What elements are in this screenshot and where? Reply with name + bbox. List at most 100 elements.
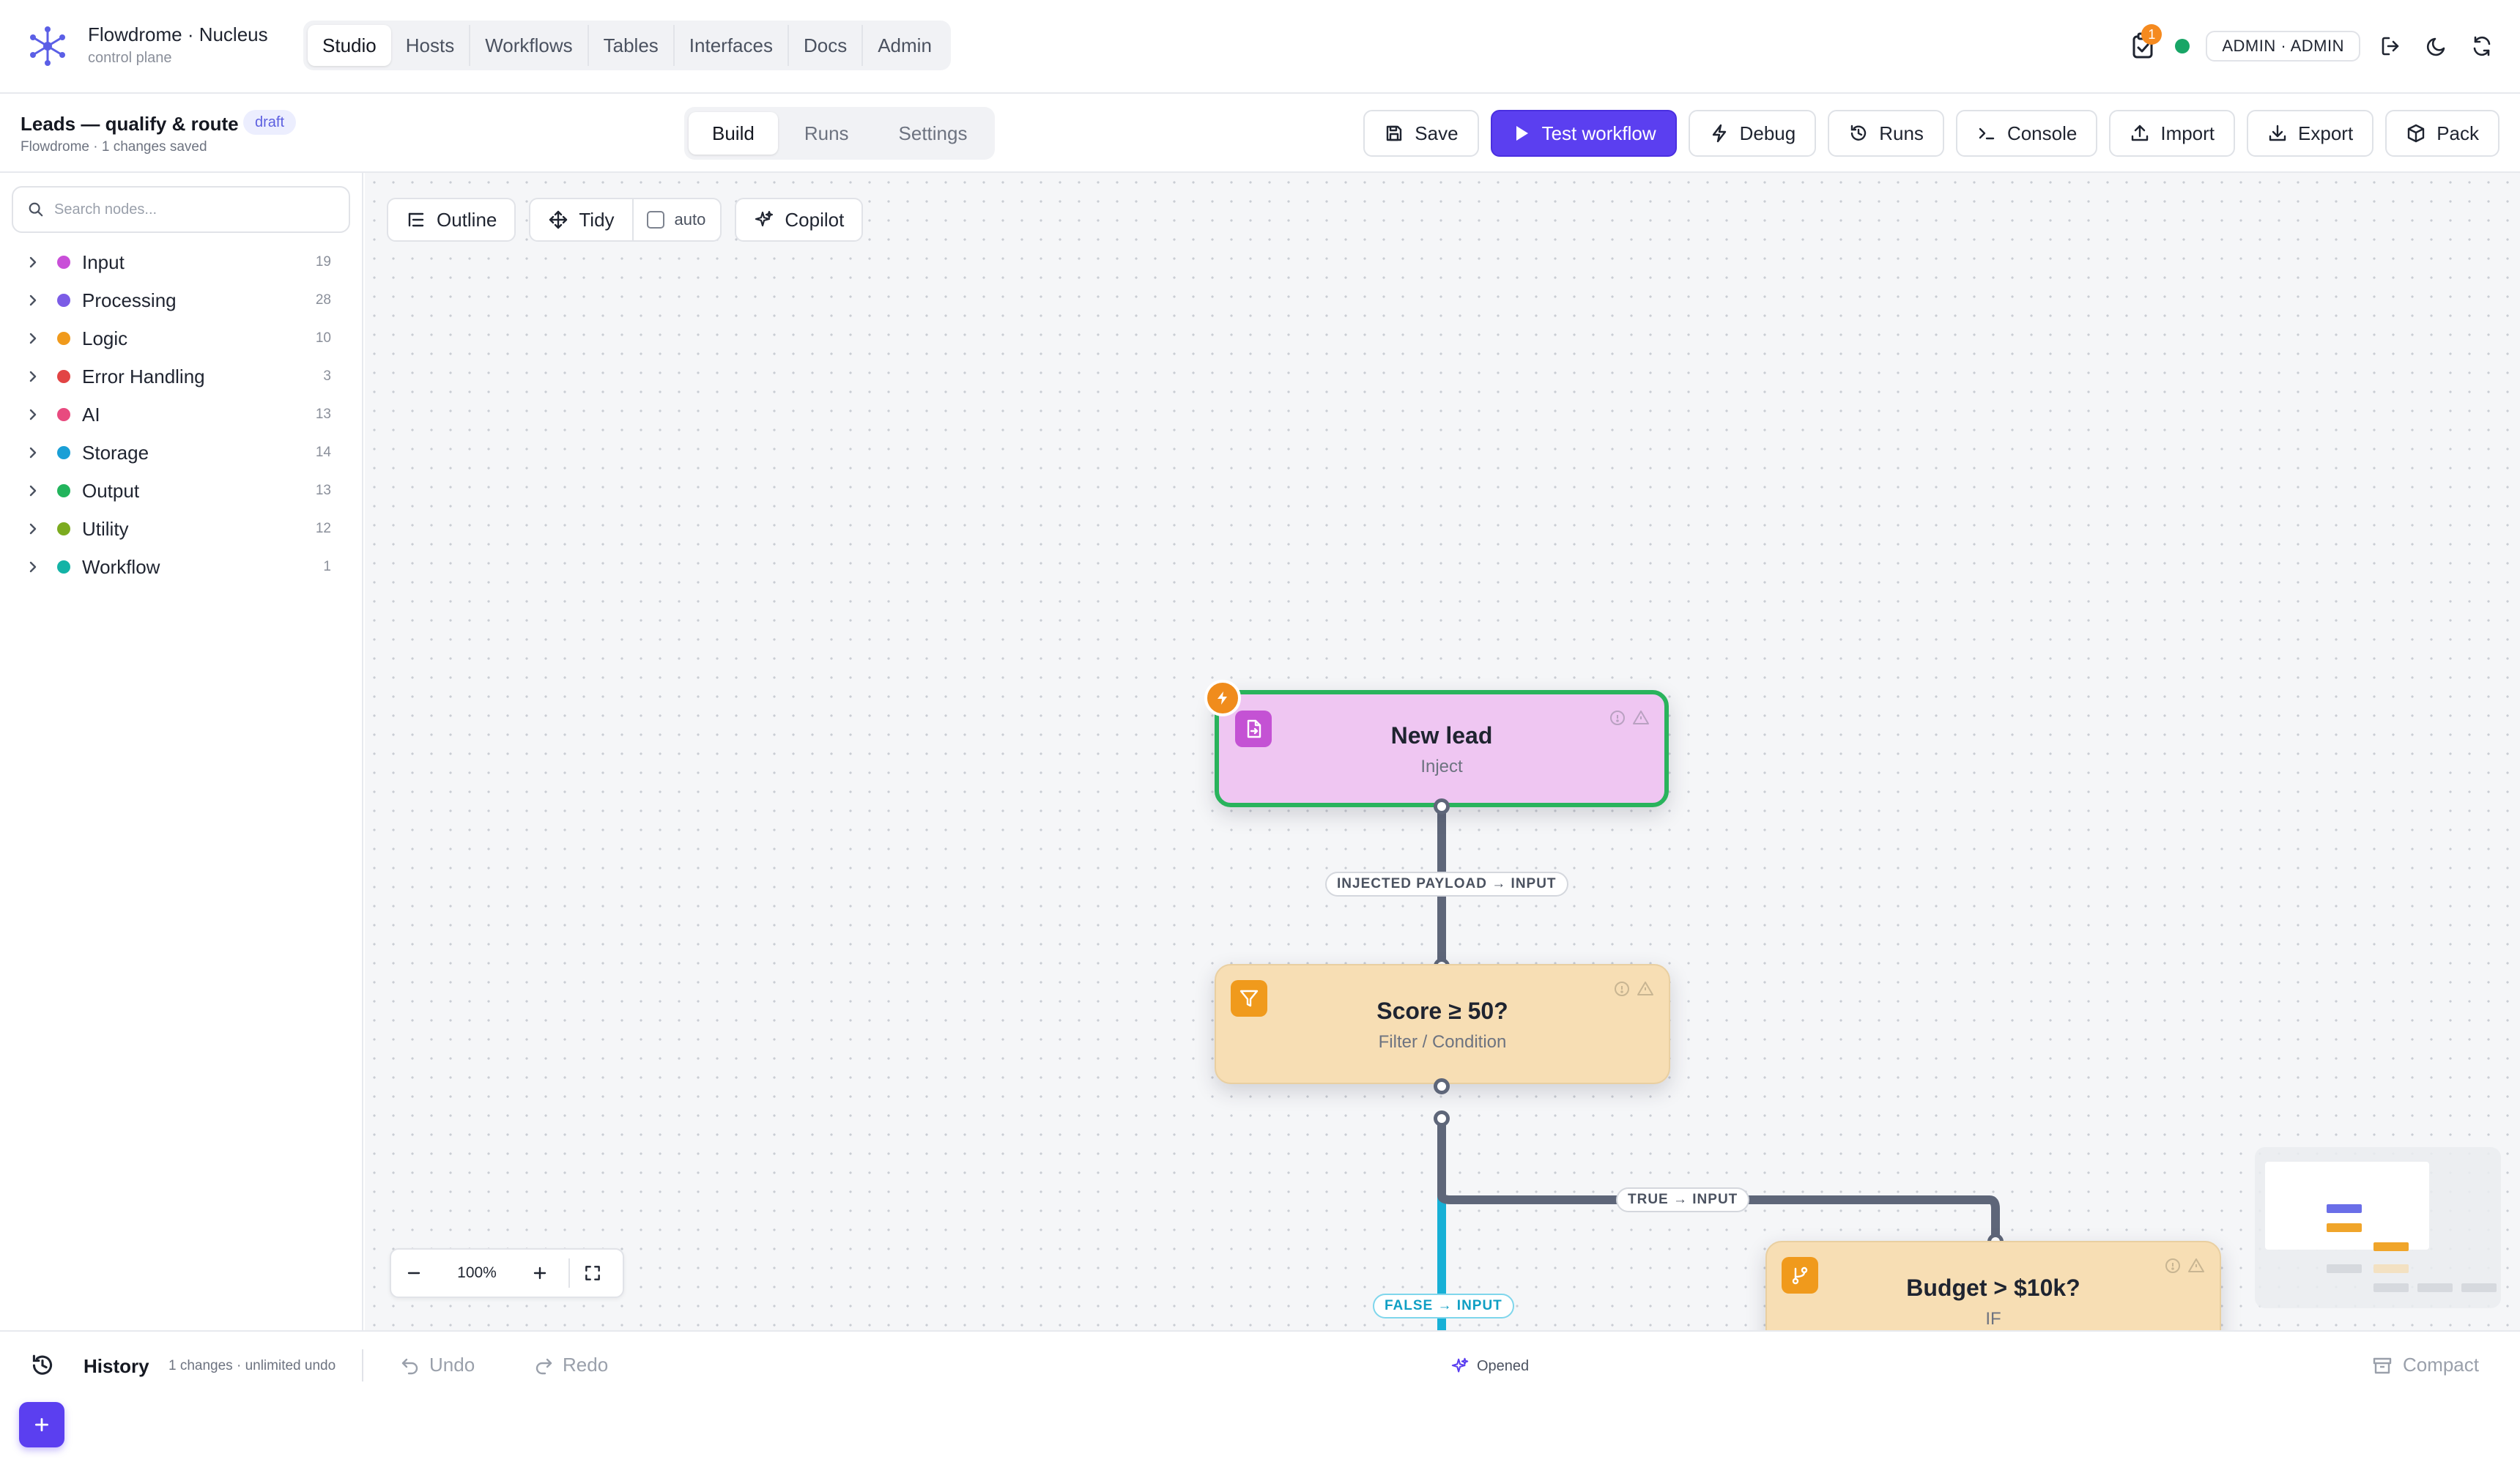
edge-label-inject-filter[interactable]: INJECTED PAYLOAD → INPUT — [1325, 872, 1568, 897]
info-icon[interactable] — [1613, 980, 1631, 998]
test-workflow-button[interactable]: Test workflow — [1490, 110, 1677, 157]
theme-toggle-button[interactable] — [2422, 31, 2451, 61]
copilot-button[interactable]: Copilot — [735, 198, 864, 242]
tab-runs[interactable]: Runs — [781, 112, 872, 155]
info-icon[interactable] — [2164, 1257, 2182, 1275]
runs-label: Runs — [1879, 122, 1924, 144]
nav-tab-studio[interactable]: Studio — [308, 25, 391, 66]
chevron-right-icon — [29, 333, 37, 344]
category-workflow[interactable]: Workflow 1 — [0, 548, 363, 586]
category-color-dot — [57, 370, 70, 383]
true-output-port[interactable] — [1434, 1078, 1450, 1094]
info-icon[interactable] — [1609, 709, 1626, 727]
category-storage[interactable]: Storage 14 — [0, 434, 363, 472]
node-new-lead[interactable]: New lead Inject — [1204, 680, 1669, 807]
move-icon — [549, 210, 568, 229]
edge-label-true[interactable]: TRUE → INPUT — [1616, 1187, 1750, 1212]
category-color-dot — [57, 408, 70, 421]
zap-icon — [1712, 124, 1726, 143]
category-label: Output — [82, 479, 140, 502]
compact-button[interactable]: Compact — [2372, 1354, 2479, 1376]
refresh-icon — [2473, 36, 2491, 56]
runs-button[interactable]: Runs — [1828, 110, 1944, 157]
category-label: Logic — [82, 327, 128, 349]
workflow-header: Leads — qualify & route draft Flowdrome … — [0, 94, 2520, 173]
minimap-node — [2327, 1264, 2362, 1273]
notifications-button[interactable]: 1 — [2127, 24, 2163, 62]
category-count: 28 — [315, 292, 331, 308]
category-utility[interactable]: Utility 12 — [0, 510, 363, 548]
node-score-filter[interactable]: Score ≥ 50? Filter / Condition — [1215, 964, 1670, 1084]
nav-tab-hosts[interactable]: Hosts — [391, 25, 469, 66]
add-node-button[interactable] — [19, 1402, 64, 1447]
tidy-button[interactable]: Tidy — [530, 199, 631, 240]
copilot-label: Copilot — [785, 208, 845, 231]
debug-button[interactable]: Debug — [1688, 110, 1817, 157]
tab-settings[interactable]: Settings — [875, 112, 991, 155]
save-button[interactable]: Save — [1363, 110, 1479, 157]
node-search-input[interactable] — [54, 201, 333, 218]
auto-tidy-toggle[interactable]: auto — [631, 199, 721, 240]
category-input[interactable]: Input 19 — [0, 243, 363, 281]
warning-icon[interactable] — [1637, 980, 1654, 998]
edge-true-branch — [1437, 1118, 2000, 1241]
workflow-title[interactable]: Leads — qualify & route — [21, 113, 239, 136]
chevron-right-icon — [29, 371, 37, 382]
nav-tab-admin[interactable]: Admin — [861, 25, 946, 66]
logout-button[interactable] — [2376, 31, 2406, 61]
minimap-node — [2327, 1204, 2362, 1213]
category-color-dot — [57, 256, 70, 269]
filter-icon — [1231, 980, 1267, 1017]
category-processing[interactable]: Processing 28 — [0, 281, 363, 319]
warning-icon[interactable] — [1632, 709, 1650, 727]
chevron-right-icon — [29, 409, 37, 420]
auto-checkbox[interactable] — [646, 211, 664, 229]
refresh-button[interactable] — [2467, 31, 2497, 61]
user-menu[interactable]: ADMIN · ADMIN — [2206, 31, 2360, 62]
node-type: Filter / Condition — [1378, 1032, 1507, 1052]
fit-view-button[interactable] — [570, 1250, 615, 1297]
nav-tab-docs[interactable]: Docs — [787, 25, 861, 66]
outline-button[interactable]: Outline — [387, 198, 516, 242]
console-button[interactable]: Console — [1955, 110, 2098, 157]
package-icon — [2407, 124, 2425, 143]
terminal-icon — [1979, 127, 1995, 140]
history-icon — [32, 1354, 53, 1375]
workflow-canvas[interactable]: Outline Tidy auto Copilot New lead Injec… — [365, 173, 2520, 1330]
download-icon — [2269, 125, 2286, 141]
warning-icon[interactable] — [2187, 1257, 2205, 1275]
redo-icon — [536, 1358, 552, 1374]
brand-subtitle: control plane — [88, 50, 172, 66]
export-button[interactable]: Export — [2247, 110, 2374, 157]
trigger-zap-icon[interactable] — [1204, 680, 1241, 716]
redo-button[interactable]: Redo — [533, 1354, 608, 1376]
pack-button[interactable]: Pack — [2385, 110, 2499, 157]
logout-icon — [2382, 37, 2399, 56]
tab-build[interactable]: Build — [689, 112, 778, 155]
nav-tab-tables[interactable]: Tables — [587, 25, 673, 66]
minimap[interactable] — [2255, 1147, 2501, 1308]
node-palette: Input 19 Processing 28 Logic 10 Error Ha… — [0, 173, 363, 1330]
category-ai[interactable]: AI 13 — [0, 396, 363, 434]
category-color-dot — [57, 560, 70, 574]
category-logic[interactable]: Logic 10 — [0, 319, 363, 357]
nav-tab-workflows[interactable]: Workflows — [469, 25, 587, 66]
zoom-out-button[interactable] — [391, 1250, 437, 1297]
node-title: Score ≥ 50? — [1376, 998, 1508, 1024]
false-output-port[interactable] — [1434, 1110, 1450, 1127]
category-color-dot — [57, 446, 70, 459]
undo-button[interactable]: Undo — [400, 1354, 475, 1376]
node-tools — [1613, 980, 1654, 998]
nav-tab-interfaces[interactable]: Interfaces — [672, 25, 788, 66]
zoom-in-button[interactable] — [517, 1250, 563, 1297]
category-color-dot — [57, 522, 70, 535]
top-bar: Flowdrome · Nucleus control plane Studio… — [0, 0, 2520, 94]
category-error-handling[interactable]: Error Handling 3 — [0, 357, 363, 396]
category-output[interactable]: Output 13 — [0, 472, 363, 510]
output-port[interactable] — [1434, 798, 1450, 815]
outline-label: Outline — [437, 208, 497, 231]
sparkles-icon — [755, 210, 774, 227]
import-button[interactable]: Import — [2109, 110, 2236, 157]
edge-label-false[interactable]: FALSE → INPUT — [1373, 1294, 1514, 1318]
node-budget-if[interactable]: Budget > $10k? IF — [1765, 1241, 2221, 1330]
